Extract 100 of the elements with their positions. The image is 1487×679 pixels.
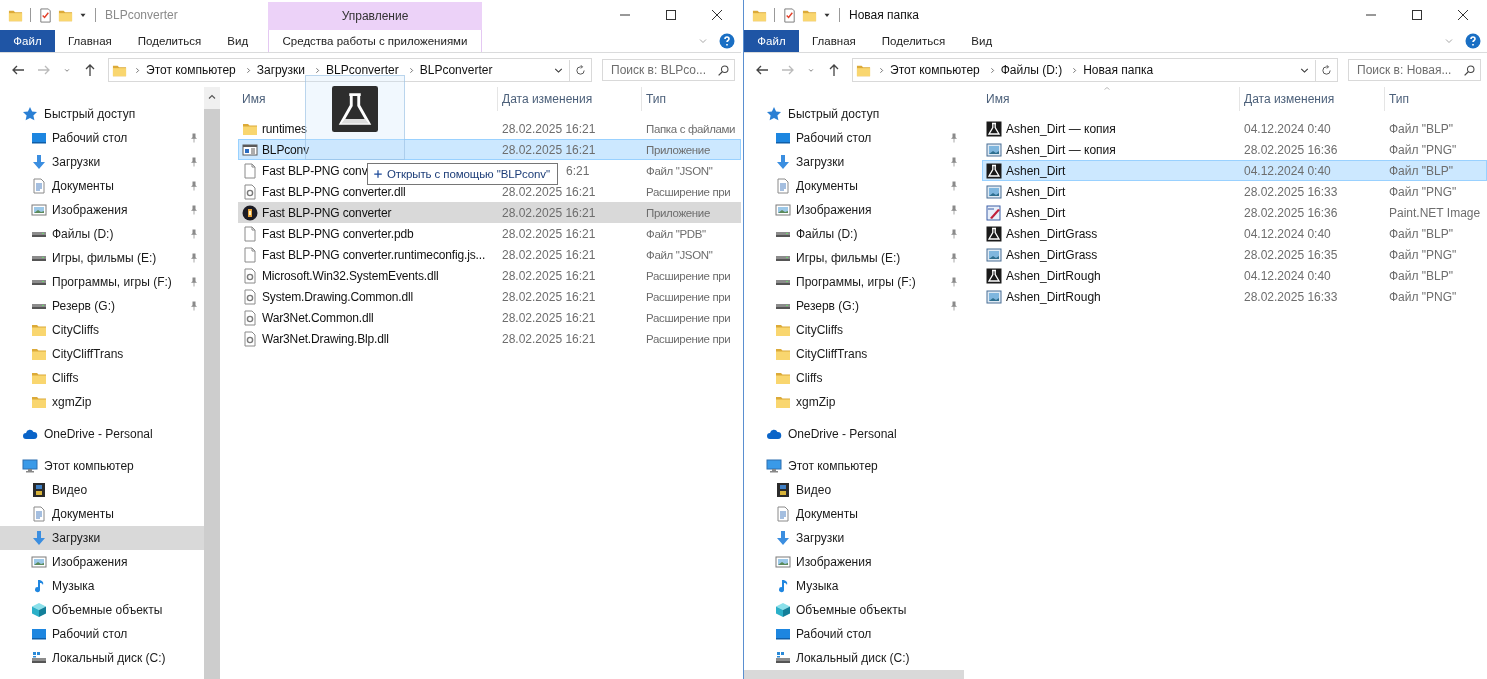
breadcrumb[interactable]: Загрузки	[256, 63, 306, 77]
file-name[interactable]: Ashen_Dirt	[1006, 205, 1066, 220]
file-name[interactable]: Ashen_DirtGrass	[1006, 226, 1098, 241]
breadcrumb[interactable]: Этот компьютер	[146, 63, 236, 77]
nav-item[interactable]: Cliffs	[744, 366, 964, 390]
file-name[interactable]: Ashen_DirtRough	[1006, 289, 1101, 304]
nav-item[interactable]: CityCliffs	[0, 318, 204, 342]
file-name[interactable]: Fast BLP-PNG converter.pdb	[262, 226, 414, 241]
nav-item[interactable]: Загрузки	[0, 150, 204, 174]
nav-item[interactable]: Документы	[0, 174, 204, 198]
column-header[interactable]: Тип	[1385, 87, 1487, 111]
ribbon-tab[interactable]: Главная	[55, 30, 125, 52]
nav-item[interactable]: xgmZip	[0, 390, 204, 414]
nav-item[interactable]: Рабочий стол	[744, 126, 964, 150]
file-name[interactable]: Ashen_Dirt — копия	[1006, 121, 1116, 136]
column-header[interactable]: Тип	[642, 87, 741, 111]
ribbon-tab[interactable]: Вид	[214, 30, 262, 52]
nav-item[interactable]: Объемные объекты	[744, 598, 964, 622]
breadcrumb[interactable]: BLPconverter	[326, 63, 399, 77]
nav-item[interactable]: Быстрый доступ	[0, 102, 204, 126]
flask-icon	[332, 86, 378, 132]
nav-item[interactable]: CityCliffTrans	[744, 342, 964, 366]
breadcrumb[interactable]: BLPconverter	[419, 63, 493, 77]
close-icon[interactable]	[1455, 7, 1471, 23]
file-name[interactable]: Ashen_Dirt	[1006, 184, 1066, 199]
nav-item[interactable]: Резерв (G:)	[744, 294, 964, 318]
nav-item[interactable]: Рабочий стол	[0, 622, 204, 646]
file-name[interactable]: Fast BLP-PNG conv	[262, 163, 368, 178]
help-icon[interactable]	[719, 33, 735, 49]
file-type: Файл "PDB"	[646, 227, 706, 240]
file-name[interactable]: Fast BLP-PNG converter.dll	[262, 184, 406, 199]
file-name[interactable]: War3Net.Drawing.Blp.dll	[262, 331, 389, 346]
nav-item[interactable]: Локальный диск (C:)	[0, 646, 204, 670]
nav-item[interactable]: Файлы (D:)	[744, 222, 964, 246]
nav-item[interactable]: Игры, фильмы (E:)	[0, 246, 204, 270]
nav-item[interactable]: Объемные объекты	[0, 598, 204, 622]
file-name[interactable]: Ashen_DirtRough	[1006, 268, 1101, 283]
address-bar[interactable]: Этот компьютер Файлы (D:) Новая папка	[852, 58, 1338, 82]
nav-item[interactable]: Загрузки	[744, 526, 964, 550]
nav-item[interactable]: Изображения	[0, 550, 204, 574]
checklist-icon[interactable]	[782, 7, 797, 23]
nav-item[interactable]: Изображения	[0, 198, 204, 222]
file-row[interactable]: BLPconv 28.02.2025 16:21 Приложение	[238, 139, 741, 160]
nav-item[interactable]: Резерв (G:)	[0, 294, 204, 318]
nav-item[interactable]: OneDrive - Personal	[0, 422, 204, 446]
nav-item[interactable]: Изображения	[744, 198, 964, 222]
file-name[interactable]: Microsoft.Win32.SystemEvents.dll	[262, 268, 439, 283]
nav-item[interactable]: Игры, фильмы (E:)	[744, 246, 964, 270]
address-bar[interactable]: Этот компьютер Загрузки BLPconverter BLPconverter	[108, 58, 592, 82]
nav-item[interactable]: CityCliffs	[744, 318, 964, 342]
nav-item[interactable]: Музыка	[0, 574, 204, 598]
maximize-icon[interactable]	[663, 7, 679, 23]
ribbon-tab[interactable]: Поделиться	[124, 30, 215, 52]
maximize-icon[interactable]	[1409, 7, 1425, 23]
file-name[interactable]: runtimes	[262, 121, 307, 136]
breadcrumb[interactable]: Файлы (D:)	[1000, 63, 1063, 77]
breadcrumb[interactable]: Новая папка	[1083, 63, 1154, 77]
search-field[interactable]: Поиск в: BLPco...	[602, 59, 735, 81]
ribbon-tab[interactable]: Главная	[799, 30, 869, 52]
nav-item[interactable]: Документы	[744, 502, 964, 526]
column-header[interactable]: Дата изменения	[1240, 87, 1385, 111]
nav-item[interactable]: Загрузки	[744, 150, 964, 174]
nav-item[interactable]: Документы	[0, 502, 204, 526]
file-name[interactable]: Ashen_Dirt — копия	[1006, 142, 1116, 157]
search-field[interactable]: Поиск в: Новая...	[1348, 59, 1481, 81]
nav-item[interactable]: Видео	[0, 478, 204, 502]
nav-item[interactable]: xgmZip	[744, 390, 964, 414]
nav-item[interactable]: Файлы (D:)	[0, 222, 204, 246]
nav-item[interactable]: OneDrive - Personal	[744, 422, 964, 446]
nav-item[interactable]: Cliffs	[0, 366, 204, 390]
file-name[interactable]: Fast BLP-PNG converter.runtimeconfig.js...	[262, 247, 486, 262]
nav-item[interactable]: Этот компьютер	[0, 454, 204, 478]
nav-item[interactable]: Этот компьютер	[744, 454, 964, 478]
ribbon-tab[interactable]: Файл	[0, 30, 55, 52]
file-name[interactable]: War3Net.Common.dll	[262, 310, 374, 325]
nav-item[interactable]: Программы, игры (F:)	[744, 270, 964, 294]
ribbon-tab[interactable]: Поделиться	[868, 30, 959, 52]
ribbon-tab[interactable]: Средства работы с приложениями	[268, 30, 482, 52]
nav-item[interactable]: Программы, игры (F:)	[0, 270, 204, 294]
nav-item[interactable]: Загрузки	[0, 526, 204, 550]
column-header[interactable]: Имя	[982, 87, 1240, 111]
file-name[interactable]: Ashen_DirtGrass	[1006, 247, 1098, 262]
nav-item[interactable]: Быстрый доступ	[744, 102, 964, 126]
checklist-icon[interactable]	[38, 7, 53, 23]
close-icon[interactable]	[709, 7, 725, 23]
file-row[interactable]: Fast BLP-PNG converter 28.02.2025 16:21 Приложение	[238, 202, 741, 223]
file-row[interactable]: Ashen_Dirt 04.12.2024 0:40 Файл "BLP"	[982, 160, 1487, 181]
help-icon[interactable]	[1465, 33, 1481, 49]
nav-item[interactable]: Документы	[744, 174, 964, 198]
ribbon-tab[interactable]: Вид	[958, 30, 1006, 52]
nav-item[interactable]: Видео	[744, 478, 964, 502]
nav-item[interactable]: Рабочий стол	[0, 126, 204, 150]
breadcrumb[interactable]: Этот компьютер	[890, 63, 980, 77]
nav-item[interactable]: CityCliffTrans	[0, 342, 204, 366]
column-header[interactable]: Дата изменения	[498, 87, 642, 111]
nav-item[interactable]: Музыка	[744, 574, 964, 598]
nav-item[interactable]: Локальный диск (C:)	[744, 646, 964, 670]
nav-item[interactable]: Изображения	[744, 550, 964, 574]
nav-item[interactable]: Рабочий стол	[744, 622, 964, 646]
file-name[interactable]: System.Drawing.Common.dll	[262, 289, 413, 304]
